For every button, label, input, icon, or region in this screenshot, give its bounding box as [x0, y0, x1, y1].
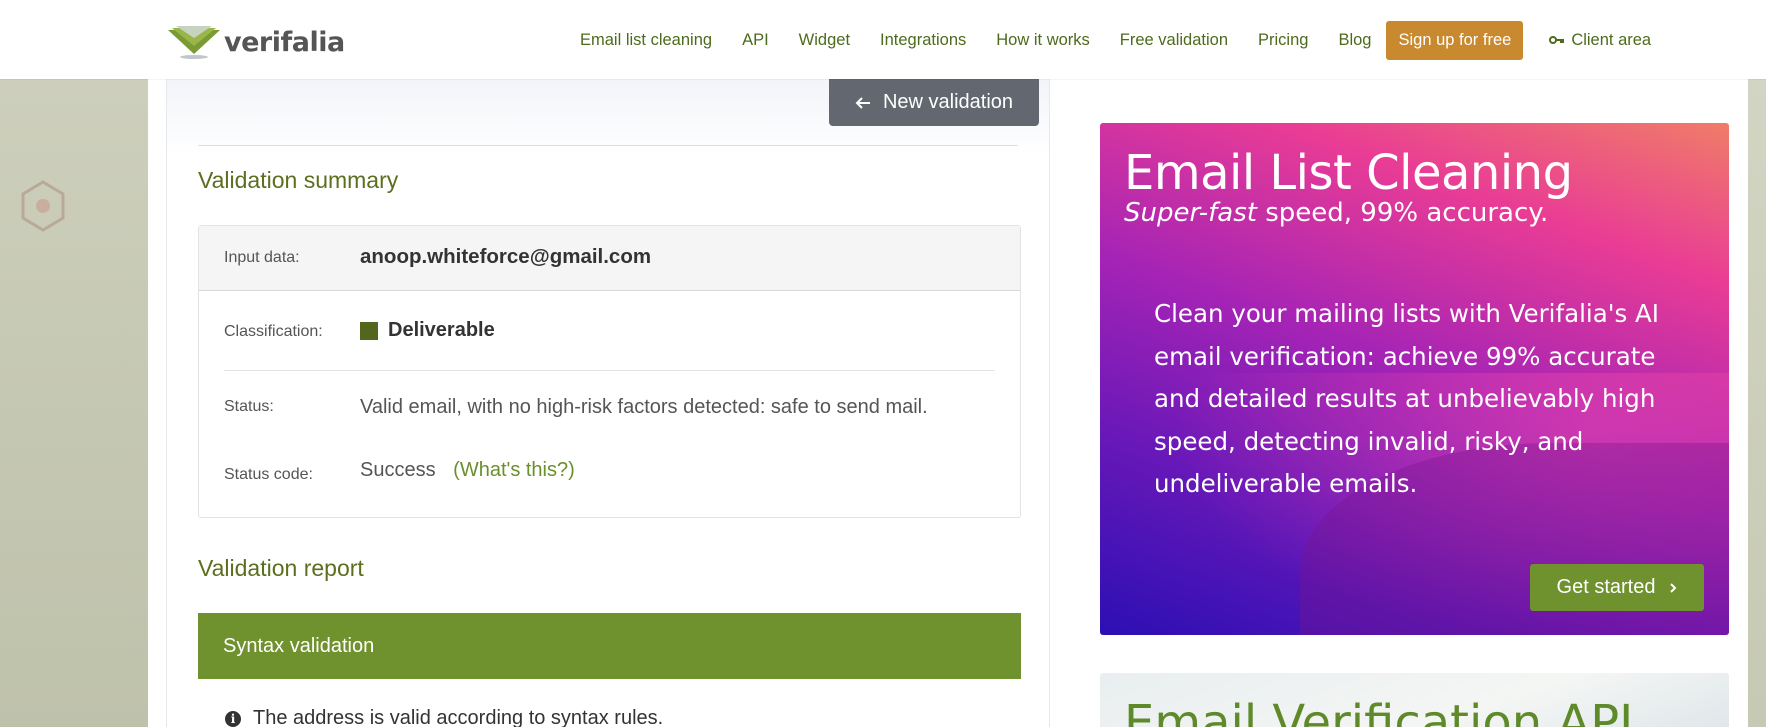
nav-pricing[interactable]: Pricing	[1258, 31, 1308, 50]
signup-button[interactable]: Sign up for free	[1386, 20, 1524, 60]
page-background-left	[0, 0, 148, 727]
chevron-right-icon	[1670, 582, 1677, 593]
client-area-label: Client area	[1571, 30, 1652, 49]
divider	[198, 145, 1018, 146]
nav-email-list-cleaning[interactable]: Email list cleaning	[580, 31, 712, 50]
content-panel: New validation Validation summary Input …	[148, 79, 1748, 727]
status-value: Valid email, with no high-risk factors d…	[360, 396, 928, 418]
validation-summary-box: Input data: anoop.whiteforce@gmail.com C…	[198, 225, 1021, 518]
input-data-row: Input data: anoop.whiteforce@gmail.com	[199, 226, 1020, 291]
status-code-value: Success	[360, 459, 436, 481]
email-list-cleaning-promo: Email List Cleaning Super-fast speed, 99…	[1100, 123, 1729, 635]
syntax-validation-header[interactable]: Syntax validation	[198, 613, 1021, 679]
get-started-label: Get started	[1556, 576, 1656, 598]
validation-summary-title: Validation summary	[198, 167, 399, 193]
promo-subtitle-emphasis: Super-fast	[1124, 198, 1257, 228]
nav-widget[interactable]: Widget	[799, 31, 850, 50]
validation-report-title: Validation report	[198, 555, 364, 581]
promo2-title: Email Verification API	[1124, 695, 1634, 727]
input-data-label: Input data:	[224, 249, 300, 266]
promo-body: Clean your mailing lists with Verifalia'…	[1154, 299, 1660, 498]
page-background-right	[1748, 78, 1766, 727]
syntax-note-text: The address is valid according to syntax…	[253, 707, 664, 727]
decorative-hexagon-icon	[21, 180, 65, 232]
client-area-link[interactable]: Client area	[1549, 31, 1651, 50]
arrow-left-icon	[855, 96, 870, 109]
email-verification-api-promo: Email Verification API	[1100, 673, 1729, 727]
site-header: verifalia Email list cleaning API Widget…	[0, 0, 1766, 79]
nav-blog[interactable]: Blog	[1338, 31, 1371, 50]
whats-this-link[interactable]: (What's this?)	[453, 459, 575, 481]
get-started-button[interactable]: Get started	[1530, 564, 1704, 611]
syntax-validation-label: Syntax validation	[223, 634, 375, 657]
divider	[224, 370, 995, 371]
nav-integrations[interactable]: Integrations	[880, 31, 966, 50]
syntax-note: i The address is valid according to synt…	[225, 707, 663, 727]
status-code-label: Status code:	[224, 466, 313, 483]
classification-text: Deliverable	[388, 319, 495, 341]
nav-how-it-works[interactable]: How it works	[996, 31, 1090, 50]
promo-title: Email List Cleaning	[1124, 145, 1573, 201]
status-code-value-row: Success (What's this?)	[360, 459, 575, 482]
classification-label: Classification:	[224, 323, 323, 340]
promo-subtitle: Super-fast speed, 99% accuracy.	[1124, 198, 1548, 228]
classification-value: Deliverable	[360, 319, 495, 342]
info-icon: i	[225, 710, 241, 727]
validation-results-column: New validation Validation summary Input …	[166, 79, 1050, 727]
nav-free-validation[interactable]: Free validation	[1120, 31, 1228, 50]
input-data-value: anoop.whiteforce@gmail.com	[360, 245, 652, 268]
key-icon	[1549, 36, 1565, 44]
new-validation-label: New validation	[882, 91, 1014, 113]
deliverable-status-square	[360, 321, 378, 340]
verifalia-logo[interactable]: verifalia	[166, 24, 345, 60]
promo-subtitle-rest: speed, 99% accuracy.	[1256, 198, 1549, 228]
logo-text: verifalia	[224, 26, 345, 58]
logo-checkmark-icon	[168, 26, 220, 59]
main-navigation: Email list cleaning API Widget Integrati…	[580, 20, 1766, 60]
nav-api[interactable]: API	[742, 31, 769, 50]
status-label: Status:	[224, 398, 274, 415]
new-validation-button[interactable]: New validation	[829, 79, 1039, 126]
